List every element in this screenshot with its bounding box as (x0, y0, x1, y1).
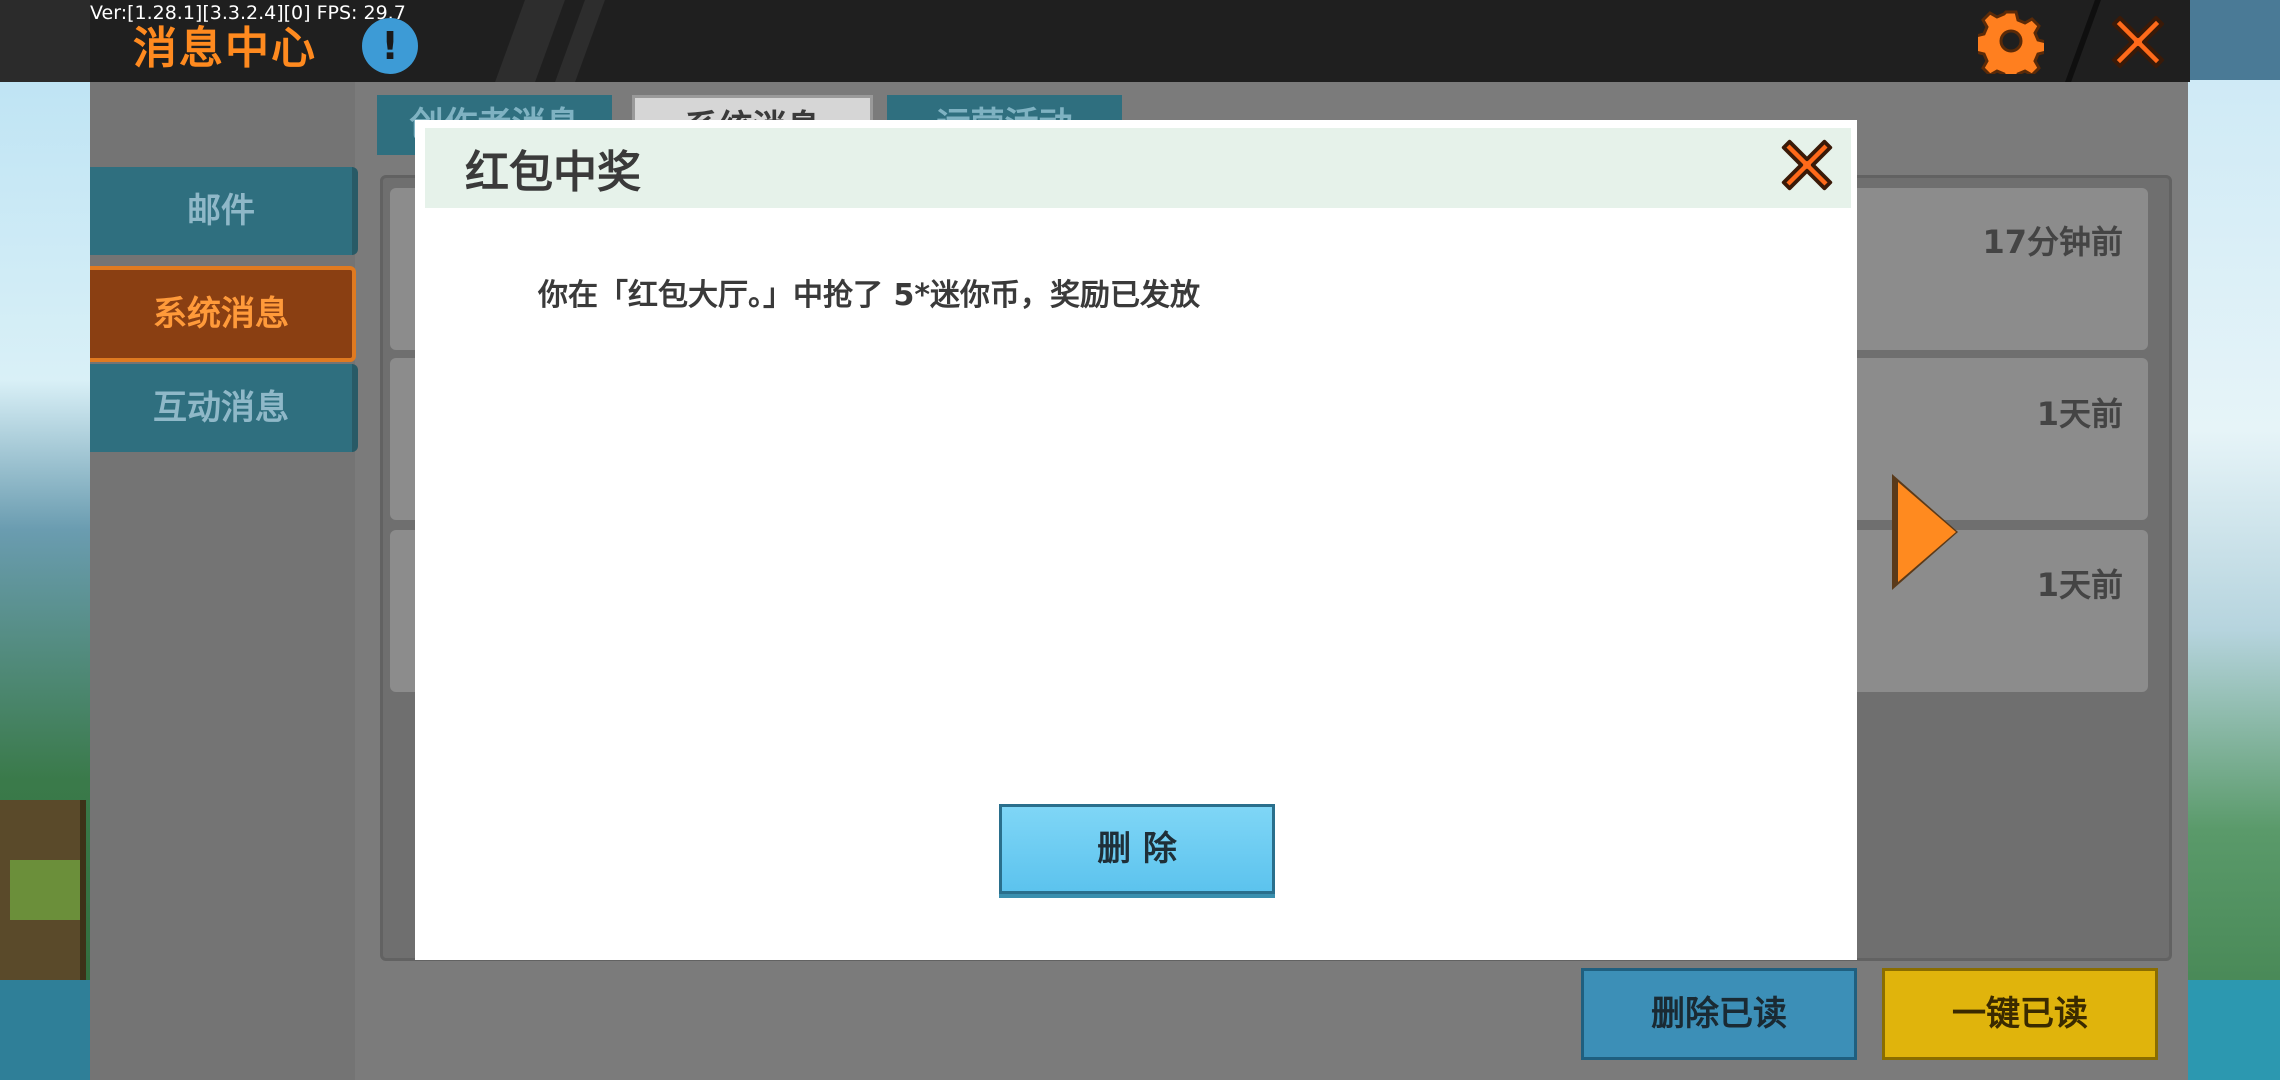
delete-read-button[interactable]: 删除已读 (1581, 968, 1857, 1060)
info-icon[interactable]: ! (362, 18, 418, 74)
message-time: 1天前 (2036, 395, 2123, 433)
version-text: Ver:[1.28.1][3.3.2.4][0] FPS: 29.7 (90, 2, 406, 24)
sidebar-item-interaction-messages[interactable]: 互动消息 (90, 364, 358, 452)
next-page-arrow-icon[interactable] (1898, 482, 1956, 582)
message-time: 17分钟前 (1982, 223, 2123, 261)
background-water-right (2188, 980, 2280, 1080)
dialog-title: 红包中奖 (465, 147, 641, 198)
top-bar-left-edge (0, 0, 90, 82)
message-time: 1天前 (2036, 566, 2123, 604)
dialog-message: 你在「红包大厅。」中抢了 5*迷你币，奖励已发放 (538, 278, 1201, 313)
sidebar-item-mail[interactable]: 邮件 (90, 167, 358, 255)
background-water-left (0, 980, 90, 1080)
dialog-close-icon-graphic (1781, 139, 1833, 191)
gear-icon[interactable] (1974, 8, 2048, 84)
close-icon-graphic (2112, 16, 2164, 68)
mark-all-read-button[interactable]: 一键已读 (1882, 968, 2158, 1060)
sidebar-item-system-messages[interactable]: 系统消息 (90, 266, 356, 362)
dialog-close-icon[interactable] (1776, 134, 1838, 196)
delete-button[interactable]: 删 除 (999, 804, 1275, 894)
background-grass-block (10, 860, 80, 920)
gear-icon-graphic (1974, 10, 2048, 84)
background-scenery-right (2188, 80, 2280, 1080)
close-icon[interactable] (2106, 10, 2170, 74)
